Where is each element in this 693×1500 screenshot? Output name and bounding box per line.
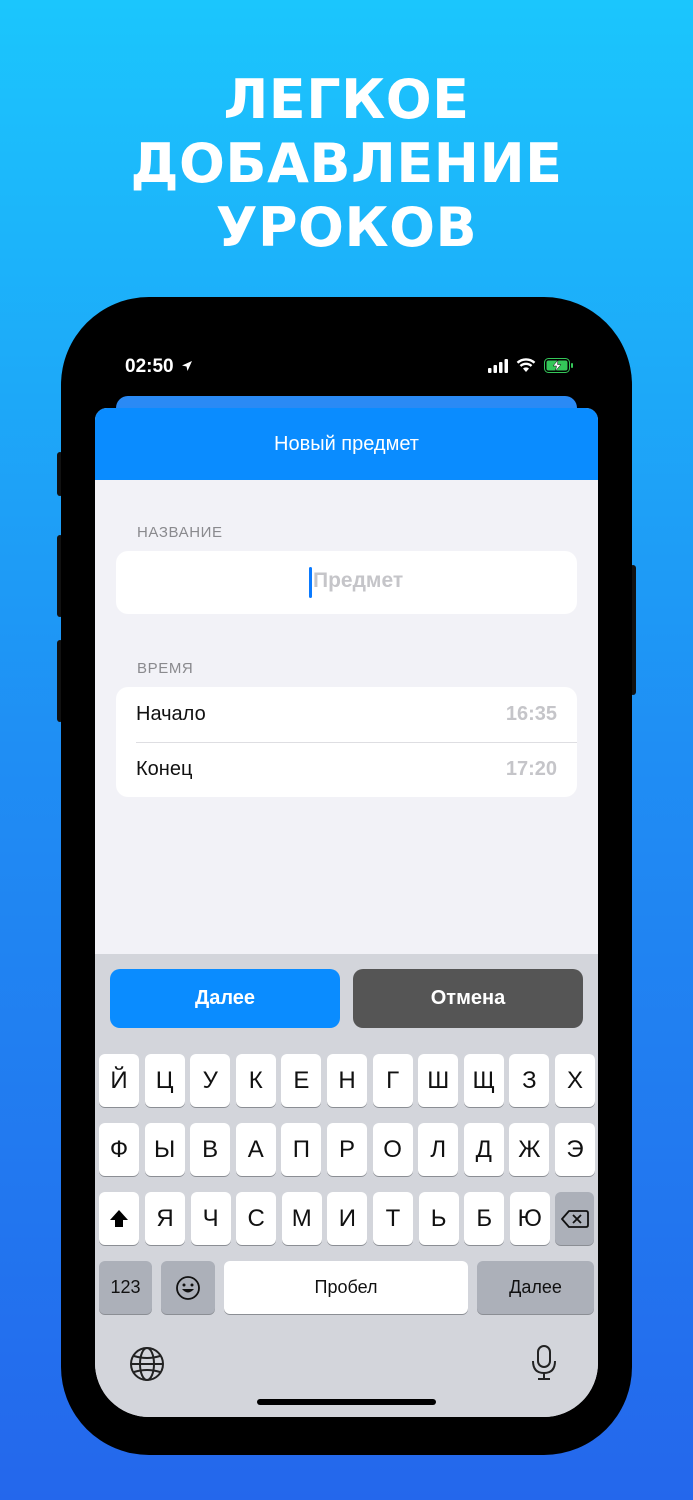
key-row3-1[interactable]: Ч <box>190 1192 231 1245</box>
signal-icon <box>488 358 508 373</box>
key-row1-5[interactable]: Н <box>327 1054 367 1107</box>
key-row3-4[interactable]: И <box>327 1192 368 1245</box>
microphone-icon[interactable] <box>529 1344 559 1382</box>
end-time-row[interactable]: Конец 17:20 <box>116 742 577 797</box>
key-row2-6[interactable]: О <box>372 1123 413 1176</box>
nav-bar: Новый предмет <box>95 408 598 480</box>
new-subject-sheet: Новый предмет НАЗВАНИЕ Предмет ВРЕМЯ Нач… <box>95 408 598 1417</box>
emoji-icon <box>176 1275 200 1300</box>
key-row3-8[interactable]: Ю <box>509 1192 550 1245</box>
keyboard-area: Далее Отмена ЙЦУКЕНГШЩЗХ ФЫВАПРОЛДЖЭ ЯЧС… <box>95 954 598 1417</box>
start-time-value[interactable]: 16:35 <box>506 703 557 726</box>
key-row3-3[interactable]: М <box>281 1192 322 1245</box>
battery-charging-icon <box>544 358 573 373</box>
shift-key[interactable] <box>99 1192 139 1245</box>
emoji-key[interactable] <box>161 1261 215 1314</box>
key-row2-0[interactable]: Ф <box>99 1123 139 1176</box>
subject-name-input[interactable]: Предмет <box>116 551 577 614</box>
key-row1-6[interactable]: Г <box>372 1054 413 1107</box>
key-row1-4[interactable]: Е <box>281 1054 322 1107</box>
key-row3-6[interactable]: Ь <box>418 1192 459 1245</box>
subject-name-placeholder: Предмет <box>313 569 404 592</box>
key-row1-8[interactable]: Щ <box>463 1054 504 1107</box>
key-row1-10[interactable]: Х <box>555 1054 595 1107</box>
home-indicator <box>257 1399 436 1405</box>
backspace-icon <box>560 1209 589 1228</box>
status-time: 02:50 <box>125 356 193 378</box>
key-row3-0[interactable]: Я <box>145 1192 185 1245</box>
key-row1-9[interactable]: З <box>509 1054 550 1107</box>
status-icons <box>488 358 574 373</box>
space-key[interactable]: Пробел <box>224 1261 468 1314</box>
wifi-icon <box>516 358 536 372</box>
text-caret <box>309 567 312 598</box>
time-section-label: ВРЕМЯ <box>137 660 194 677</box>
start-time-row[interactable]: Начало 16:35 <box>116 687 577 743</box>
return-key[interactable]: Далее <box>477 1261 594 1314</box>
end-time-value[interactable]: 17:20 <box>506 758 557 781</box>
key-row2-10[interactable]: Э <box>555 1123 595 1176</box>
start-time-label: Начало <box>136 703 206 725</box>
key-row3-7[interactable]: Б <box>464 1192 505 1245</box>
location-arrow-icon <box>181 361 192 371</box>
phone-screen: 02:50 Новый предмет НАЗВАНИЕ Предмет ВРЕ… <box>95 330 598 1417</box>
cancel-button[interactable]: Отмена <box>353 969 583 1028</box>
key-row2-7[interactable]: Л <box>418 1123 459 1176</box>
status-time-text: 02:50 <box>125 356 174 377</box>
key-row2-2[interactable]: В <box>190 1123 231 1176</box>
key-row1-2[interactable]: У <box>190 1054 231 1107</box>
name-section-label: НАЗВАНИЕ <box>137 524 223 541</box>
globe-icon[interactable] <box>129 1346 165 1382</box>
promo-headline: ЛЕГКОЕ ДОБАВЛЕНИЕ УРОКОВ <box>0 68 693 260</box>
key-row2-1[interactable]: Ы <box>144 1123 185 1176</box>
next-button[interactable]: Далее <box>110 969 340 1028</box>
headline-line-1: ЛЕГКОЕ <box>223 68 470 131</box>
numbers-key[interactable]: 123 <box>99 1261 152 1314</box>
key-row2-8[interactable]: Д <box>463 1123 504 1176</box>
headline-line-2: ДОБАВЛЕНИЕ <box>130 132 563 195</box>
key-row1-3[interactable]: К <box>235 1054 276 1107</box>
key-row3-5[interactable]: Т <box>373 1192 413 1245</box>
end-time-label: Конец <box>136 758 193 780</box>
key-row3-2[interactable]: С <box>236 1192 277 1245</box>
key-row2-9[interactable]: Ж <box>509 1123 550 1176</box>
key-row1-1[interactable]: Ц <box>144 1054 185 1107</box>
headline-line-3: УРОКОВ <box>215 196 478 259</box>
backspace-key[interactable] <box>555 1192 594 1245</box>
shift-icon <box>110 1209 128 1227</box>
key-row2-4[interactable]: П <box>281 1123 322 1176</box>
time-group: Начало 16:35 Конец 17:20 <box>116 687 577 797</box>
key-row2-3[interactable]: А <box>235 1123 276 1176</box>
key-row1-0[interactable]: Й <box>99 1054 139 1107</box>
key-row2-5[interactable]: Р <box>327 1123 367 1176</box>
nav-title: Новый предмет <box>274 432 419 455</box>
key-row1-7[interactable]: Ш <box>418 1054 459 1107</box>
